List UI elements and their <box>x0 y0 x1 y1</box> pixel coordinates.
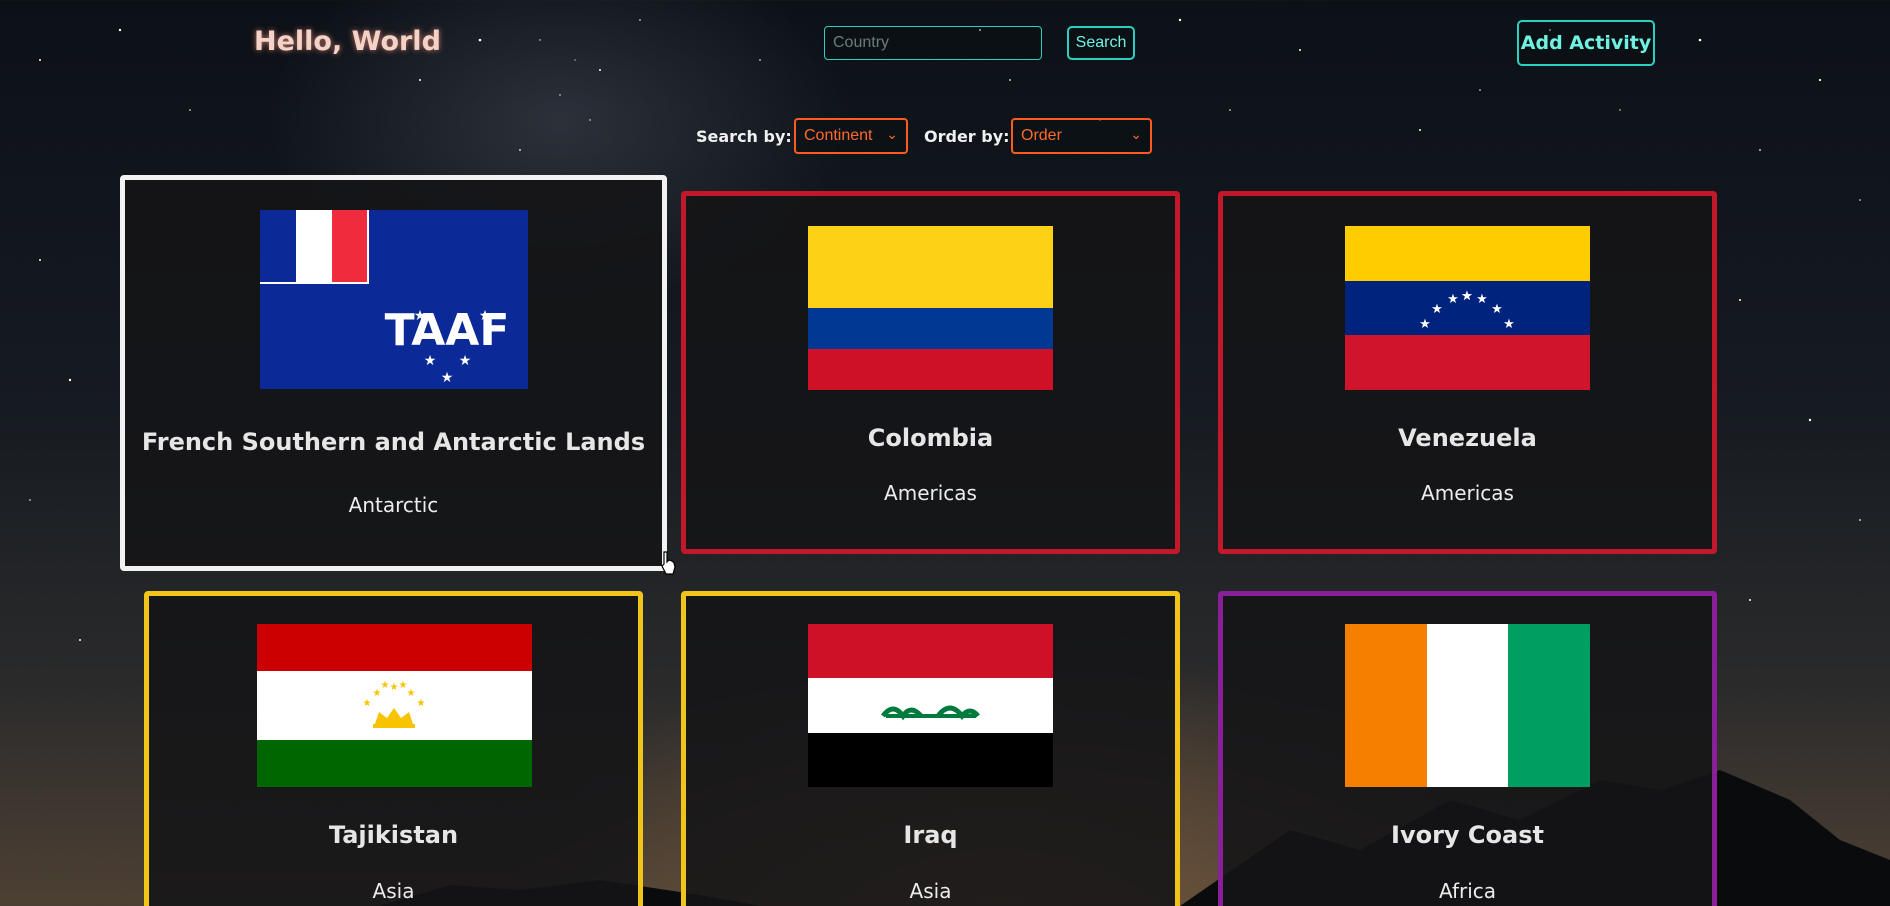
country-card[interactable]: ★ ★ ★ ★ ★ ★ ★ Tajikistan Asia <box>144 591 643 906</box>
continent-label: Asia <box>909 879 952 903</box>
svg-text:★: ★ <box>1447 292 1459 307</box>
continent-label: Americas <box>1421 481 1514 505</box>
venezuela-flag: ★★★ ★ ★★ ★★ <box>1345 226 1590 390</box>
svg-text:★: ★ <box>390 682 399 693</box>
svg-text:★: ★ <box>417 698 426 709</box>
country-name: Colombia <box>867 424 994 452</box>
order-by-label: Order by: <box>924 127 1010 146</box>
search-by-label: Search by: <box>696 127 792 146</box>
svg-text:★: ★ <box>441 370 454 386</box>
continent-label: Asia <box>372 879 415 903</box>
ivory-coast-flag <box>1345 624 1590 787</box>
svg-text:★: ★ <box>479 308 492 324</box>
country-card[interactable]: ★ ★ ★ ★ ★ ★ ★ ★ Venezuela Americas <box>1218 191 1717 554</box>
search-by-select[interactable]: Continent ⌄ <box>794 118 908 154</box>
colombia-flag <box>808 226 1053 390</box>
filter-bar: Search by: Continent ⌄ Order by: Order ⌄ <box>0 118 1890 158</box>
svg-text:★: ★ <box>414 308 427 324</box>
svg-text:★: ★ <box>1491 302 1503 317</box>
svg-text:★: ★ <box>1419 317 1431 332</box>
svg-text:★: ★ <box>1431 302 1443 317</box>
add-activity-button[interactable]: Add Activity <box>1517 20 1655 66</box>
svg-text:★: ★ <box>459 353 472 369</box>
iraq-flag <box>808 624 1053 787</box>
svg-text:★: ★ <box>399 680 408 691</box>
top-bar: Hello, World Search Add Activity <box>0 0 1890 90</box>
svg-text:★: ★ <box>1503 317 1515 332</box>
order-by-value: Order <box>1021 127 1062 144</box>
continent-label: Americas <box>884 481 977 505</box>
continent-label: Africa <box>1438 879 1497 903</box>
country-name: French Southern and Antarctic Lands <box>141 428 646 456</box>
chevron-down-icon: ⌄ <box>886 126 898 142</box>
country-name: Venezuela <box>1398 424 1537 452</box>
country-name: Tajikistan <box>328 821 459 849</box>
country-card[interactable]: TAAF ★ ★ ★ ★ ★ French Southern and Antar… <box>120 175 667 571</box>
country-search-input[interactable] <box>824 26 1042 60</box>
continent-label: Antarctic <box>348 493 439 517</box>
greeting-title: Hello, World <box>254 26 441 57</box>
chevron-down-icon: ⌄ <box>1130 126 1142 142</box>
search-by-value: Continent <box>804 127 873 144</box>
country-card[interactable]: Ivory Coast Africa <box>1218 591 1717 906</box>
french-southern-lands-flag: TAAF ★ ★ ★ ★ ★ <box>260 210 528 389</box>
tajikistan-flag: ★★ ★ ★ ★★ ★ <box>257 624 532 787</box>
country-name: Iraq <box>903 821 958 849</box>
svg-text:★: ★ <box>1461 289 1473 304</box>
svg-text:★: ★ <box>407 688 416 699</box>
svg-text:★: ★ <box>381 680 390 691</box>
svg-text:★: ★ <box>1476 292 1488 307</box>
country-name: Ivory Coast <box>1391 821 1544 849</box>
svg-text:★: ★ <box>424 353 437 369</box>
search-button[interactable]: Search <box>1067 26 1135 60</box>
order-by-select[interactable]: Order ⌄ <box>1011 118 1152 154</box>
country-card[interactable]: Iraq Asia <box>681 591 1180 906</box>
country-card[interactable]: Colombia Americas <box>681 191 1180 554</box>
svg-text:★: ★ <box>363 698 372 709</box>
